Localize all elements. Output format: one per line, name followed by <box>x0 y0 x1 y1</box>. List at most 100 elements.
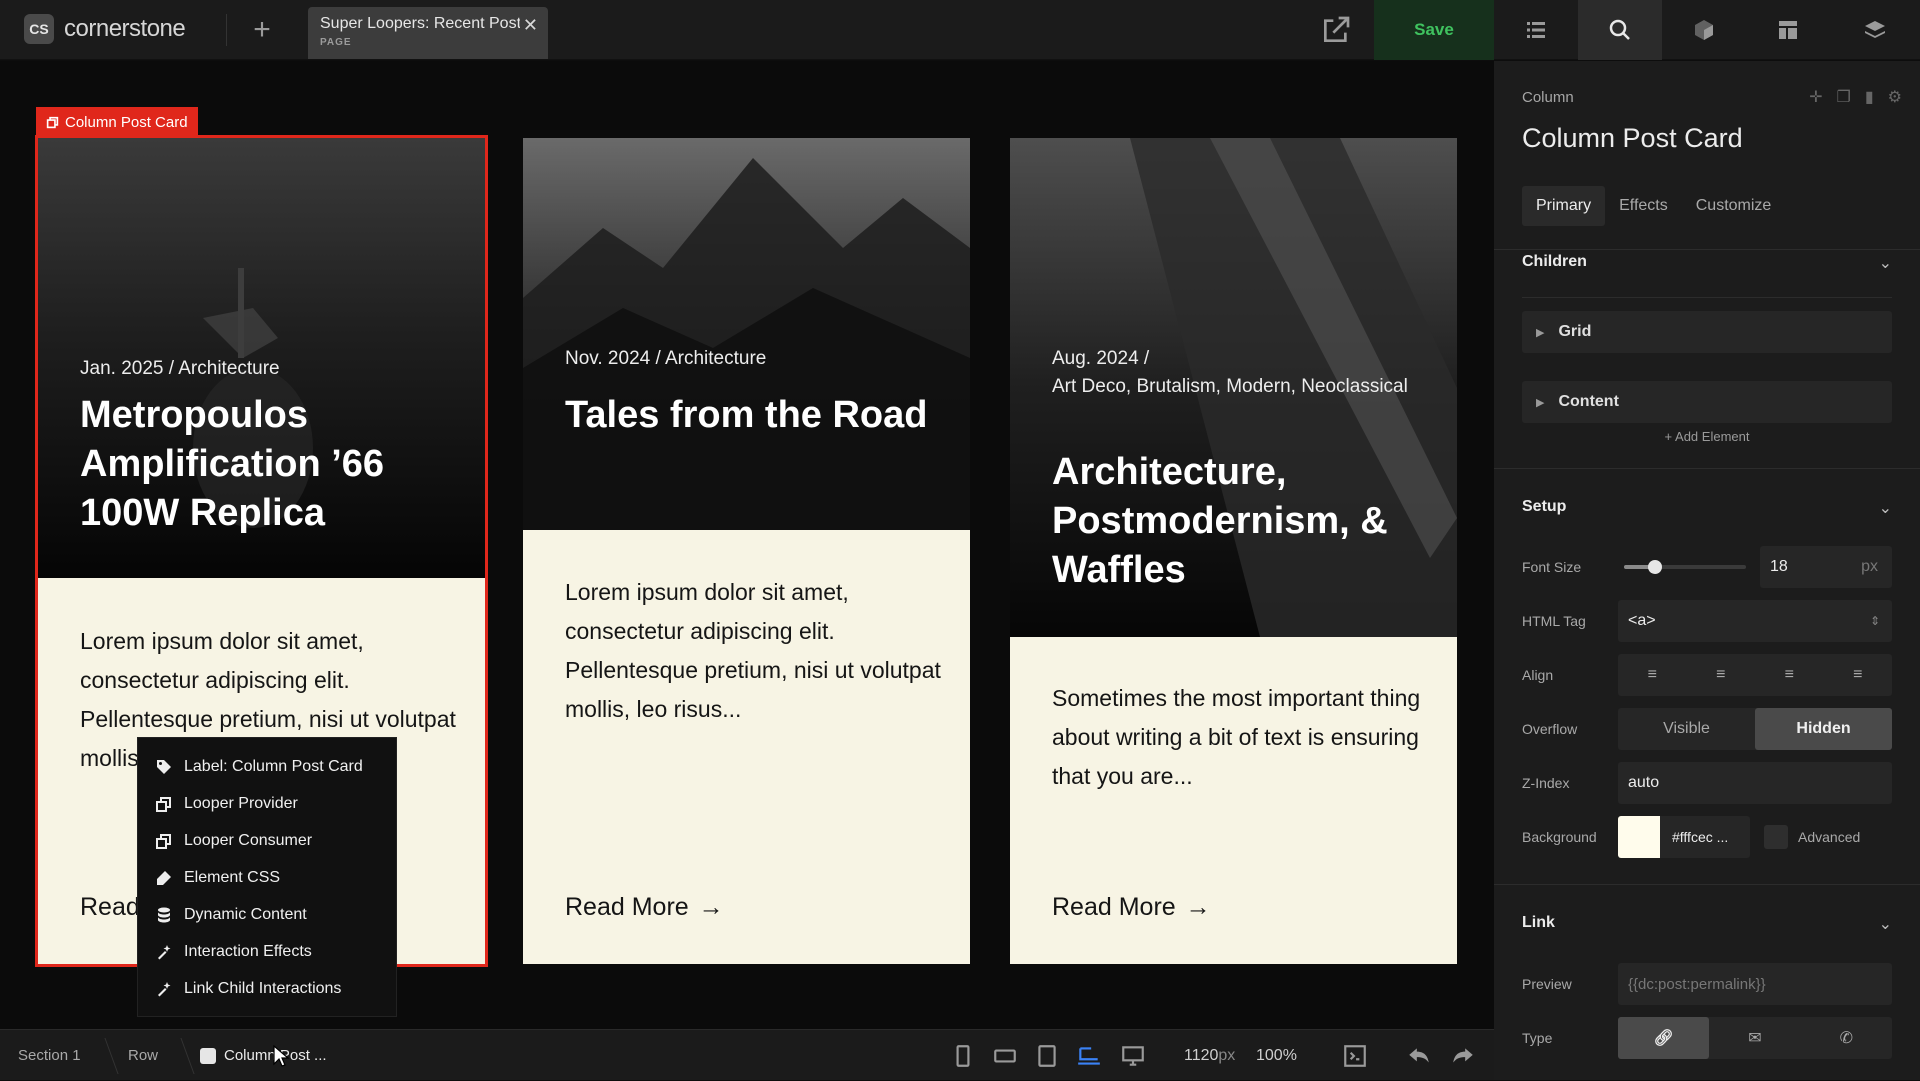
context-menu-item[interactable]: Looper Provider <box>138 785 396 822</box>
inspector-panel: Column ✛ ❐ ▮ ⚙ Column Post Card Primary … <box>1494 61 1920 1080</box>
zindex-input[interactable]: auto <box>1618 762 1892 804</box>
read-more-label: Read More <box>565 893 689 921</box>
overflow-hidden-button[interactable]: Hidden <box>1755 708 1892 750</box>
type-label: Type <box>1522 1030 1553 1046</box>
align-left-icon[interactable]: ≡ <box>1618 654 1687 696</box>
context-menu-item[interactable]: Link Child Interactions <box>138 970 396 1007</box>
link-preview-input[interactable]: {{dc:post:permalink}} <box>1618 963 1892 1005</box>
child-element-content[interactable]: ▶ Content <box>1522 381 1892 423</box>
context-menu-item[interactable]: Interaction Effects <box>138 933 396 970</box>
font-size-input[interactable]: 18 px <box>1760 546 1892 588</box>
document-tab[interactable]: Super Loopers: Recent Posts PAGE ✕ <box>308 7 548 59</box>
post-card-3[interactable]: Aug. 2024 / Art Deco, Brutalism, Modern,… <box>1010 138 1457 964</box>
card-meta: Nov. 2024 / Architecture <box>565 348 767 369</box>
phone-landscape-icon[interactable] <box>992 1043 1018 1069</box>
stack-button[interactable] <box>1830 0 1920 60</box>
bottom-bar: Section 1 Row Column Post ... 1120 px 10… <box>0 1029 1494 1080</box>
column-icon <box>200 1047 216 1064</box>
context-menu-item[interactable]: Element CSS <box>138 859 396 896</box>
context-menu-item[interactable]: Looper Consumer <box>138 822 396 859</box>
duplicate-icon[interactable]: ❐ <box>1837 87 1851 107</box>
logo-mark: CS <box>24 14 54 44</box>
zoom-level[interactable]: 100% <box>1256 1030 1297 1081</box>
font-size-slider[interactable] <box>1624 560 1746 574</box>
align-right-icon[interactable]: ≡ <box>1755 654 1824 696</box>
search-button[interactable] <box>1578 0 1662 60</box>
layout-button[interactable] <box>1746 0 1830 60</box>
delete-icon[interactable]: ▮ <box>1865 87 1874 107</box>
link-type-control: 🔗︎ ✉︎ ✆ <box>1618 1017 1892 1059</box>
tab-primary[interactable]: Primary <box>1522 186 1606 226</box>
child-label: Grid <box>1558 323 1592 340</box>
expand-triangle-icon[interactable]: ▶ <box>1536 396 1544 409</box>
breadcrumb-section[interactable]: Section 1 <box>18 1030 81 1081</box>
viewport-width[interactable]: 1120 px <box>1184 1030 1235 1081</box>
app-logo[interactable]: CS cornerstone <box>24 14 186 44</box>
setup-section-header[interactable]: Setup ⌄ <box>1522 498 1892 518</box>
link-section-header[interactable]: Link ⌄ <box>1522 914 1892 934</box>
add-element-button[interactable]: + Add Element <box>1522 429 1892 444</box>
phone-portrait-icon[interactable] <box>950 1043 976 1069</box>
move-icon[interactable]: ✛ <box>1809 87 1822 107</box>
html-tag-select[interactable]: <a> ⇕ <box>1618 600 1892 642</box>
settings-gear-icon[interactable]: ⚙ <box>1888 87 1902 107</box>
tab-customize[interactable]: Customize <box>1682 186 1786 226</box>
layers-list-button[interactable] <box>1494 0 1578 60</box>
child-element-grid[interactable]: ▶ Grid <box>1522 311 1892 353</box>
section-title: Link <box>1522 914 1555 931</box>
link-chain-icon[interactable]: 🔗︎ <box>1618 1017 1710 1059</box>
desktop-icon[interactable] <box>1120 1043 1146 1069</box>
card-excerpt: Lorem ipsum dolor sit amet, consectetur … <box>565 579 941 722</box>
laptop-icon[interactable] <box>1076 1043 1102 1069</box>
close-icon[interactable]: ✕ <box>523 15 538 36</box>
tablet-icon[interactable] <box>1034 1043 1060 1069</box>
overflow-label: Overflow <box>1522 721 1578 737</box>
looper-provider-icon <box>156 796 171 812</box>
add-document-button[interactable]: + <box>244 12 280 48</box>
section-divider <box>1494 884 1920 885</box>
card-title[interactable]: Tales from the Road <box>565 391 945 440</box>
inspector-tabs: Primary Effects Customize <box>1522 186 1785 226</box>
section-title: Children <box>1522 253 1587 270</box>
children-section-header[interactable]: Children ⌄ <box>1522 253 1892 273</box>
viewport-width-unit: px <box>1218 1046 1236 1064</box>
read-more-link[interactable]: Read More → <box>565 893 724 922</box>
card-title[interactable]: Metropoulos Amplification ’66 100W Repli… <box>80 391 460 538</box>
arrow-right-icon: → <box>698 893 724 921</box>
breadcrumb-separator <box>167 1038 195 1074</box>
card-title[interactable]: Architecture, Postmodernism, & Waffles <box>1052 448 1432 595</box>
context-menu-label: Element CSS <box>184 868 281 886</box>
advanced-checkbox[interactable] <box>1764 825 1788 849</box>
undo-icon[interactable] <box>1406 1043 1432 1069</box>
document-tab-title: Super Loopers: Recent Posts <box>320 15 520 32</box>
looper-consumer-icon <box>156 833 171 849</box>
align-center-icon[interactable]: ≡ <box>1687 654 1756 696</box>
post-card-2[interactable]: Nov. 2024 / Architecture Tales from the … <box>523 138 970 964</box>
selected-element-name: Column Post Card <box>65 113 188 131</box>
background-swatch[interactable] <box>1618 816 1660 858</box>
slider-handle[interactable] <box>1647 560 1662 574</box>
code-editor-icon[interactable] <box>1342 1043 1368 1069</box>
overflow-visible-button[interactable]: Visible <box>1618 708 1755 750</box>
breadcrumb-row[interactable]: Row <box>128 1030 158 1081</box>
context-menu-item[interactable]: Label: Column Post Card <box>138 748 396 785</box>
expand-triangle-icon[interactable]: ▶ <box>1536 326 1544 339</box>
context-menu-item[interactable]: Dynamic Content <box>138 896 396 933</box>
redo-icon[interactable] <box>1450 1043 1476 1069</box>
external-link-icon[interactable] <box>1320 14 1352 46</box>
stack-icon <box>1865 21 1885 38</box>
read-more-link[interactable]: Read More → <box>1052 893 1211 922</box>
html-tag-value: <a> <box>1628 612 1656 629</box>
save-button[interactable]: Save <box>1374 0 1494 60</box>
components-button[interactable] <box>1662 0 1746 60</box>
selected-element-label[interactable]: Column Post Card <box>36 107 198 137</box>
background-label: Background <box>1522 829 1597 845</box>
context-menu-label: Link Child Interactions <box>184 979 342 997</box>
align-justify-icon[interactable]: ≡ <box>1824 654 1893 696</box>
phone-icon[interactable]: ✆ <box>1801 1017 1892 1059</box>
tab-effects[interactable]: Effects <box>1605 186 1682 226</box>
document-tab-type: PAGE <box>320 37 352 48</box>
breadcrumb-column[interactable]: Column Post ... <box>200 1030 327 1081</box>
email-envelope-icon[interactable]: ✉︎ <box>1709 1017 1800 1059</box>
element-name[interactable]: Column Post Card <box>1522 123 1743 154</box>
